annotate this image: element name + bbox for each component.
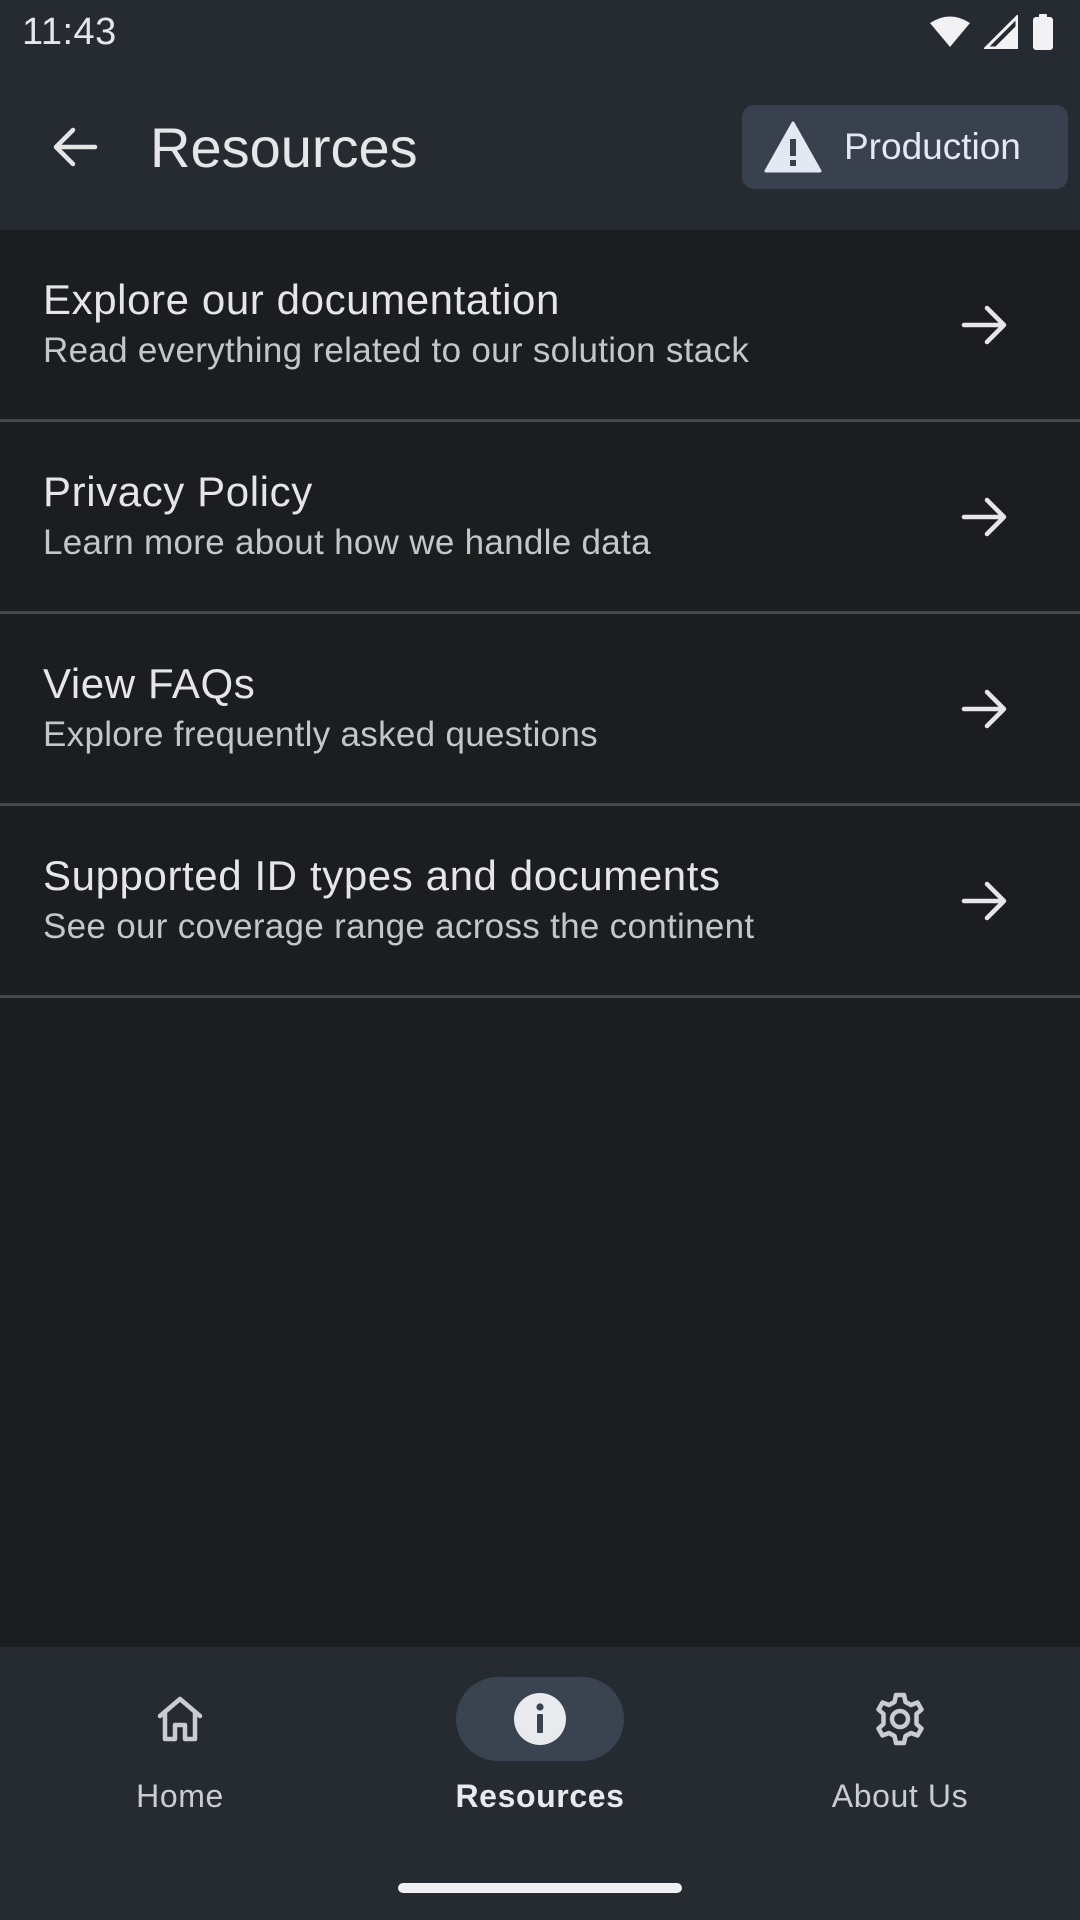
list-item-documentation[interactable]: Explore our documentation Read everythin… [0,230,1080,422]
list-item-subtitle: See our coverage range across the contin… [43,906,755,946]
status-time: 11:43 [22,10,117,53]
arrow-right-icon [961,881,1007,920]
arrow-left-icon [53,127,98,167]
info-icon [514,1693,566,1745]
list-item-faqs[interactable]: View FAQs Explore frequently asked quest… [0,614,1080,806]
nav-item-resources[interactable]: Resources [360,1677,720,1827]
bottom-navigation: Home Resources About Us [0,1647,1080,1920]
status-bar: 11:43 [0,0,1080,64]
list-item-subtitle: Explore frequently asked questions [43,714,598,754]
warning-icon [764,121,822,173]
wifi-icon [930,16,970,47]
battery-icon [1033,14,1053,50]
nav-item-about-us[interactable]: About Us [720,1677,1080,1827]
arrow-right-icon [961,689,1007,728]
list-item-subtitle: Learn more about how we handle data [43,522,651,562]
list-item-title: Explore our documentation [43,275,560,323]
list-item-title: Supported ID types and documents [43,851,721,899]
nav-label: Resources [455,1778,625,1814]
nav-label: Home [136,1778,224,1814]
arrow-right-icon [961,497,1007,536]
environment-chip[interactable]: Production [742,105,1068,189]
page-title: Resources [150,115,418,179]
signal-icon [984,15,1018,49]
gesture-navigation-bar[interactable] [398,1883,682,1893]
nav-pill [96,1677,264,1761]
nav-label: About Us [831,1778,969,1814]
nav-pill-active [456,1677,624,1761]
status-icons [930,14,1054,50]
list-item-supported-id-types[interactable]: Supported ID types and documents See our… [0,806,1080,998]
app-bar: Resources Production [0,64,1080,230]
arrow-right-icon [961,305,1007,344]
home-icon [157,1696,203,1742]
list-item-title: View FAQs [43,659,256,707]
resources-list: Explore our documentation Read everythin… [0,230,1080,998]
list-item-subtitle: Read everything related to our solution … [43,330,750,370]
nav-item-home[interactable]: Home [0,1677,360,1827]
nav-pill [816,1677,984,1761]
gear-icon [876,1692,924,1746]
list-item-privacy-policy[interactable]: Privacy Policy Learn more about how we h… [0,422,1080,614]
environment-chip-label: Production [844,126,1021,167]
resources-screen: 11:43 Resources Production Explore our d… [0,0,1080,1920]
back-button[interactable] [0,72,150,222]
list-item-title: Privacy Policy [43,467,313,515]
